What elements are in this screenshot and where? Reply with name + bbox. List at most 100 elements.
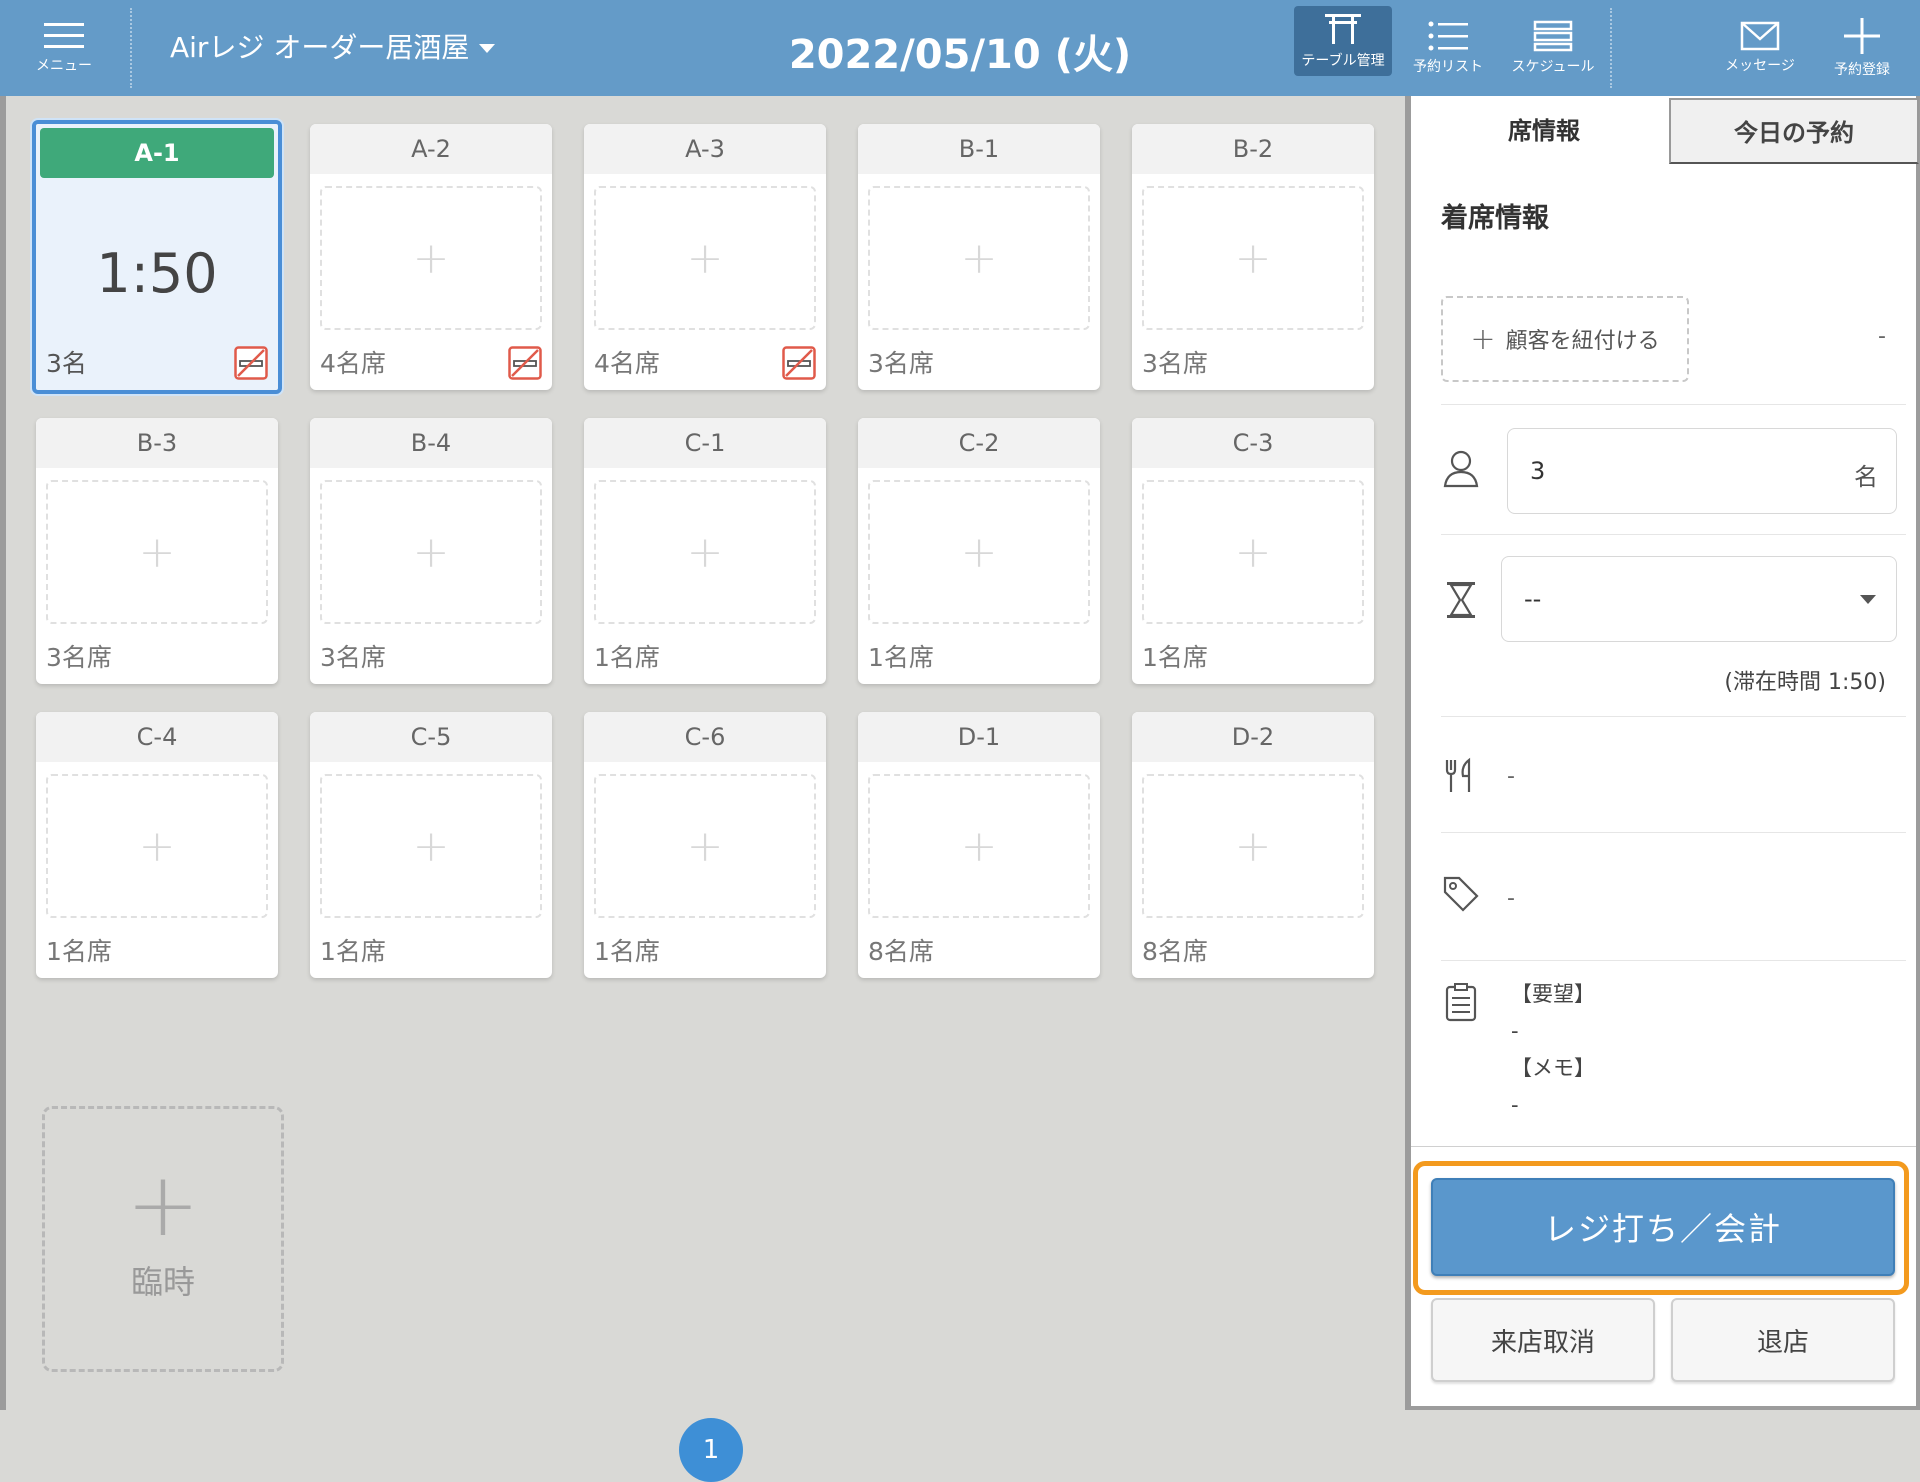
table-name: C-3 [1132,418,1374,468]
menu-label: メニュー [36,58,92,74]
tab-today-reservations[interactable]: 今日の予約 [1669,98,1919,164]
plus-icon: + [1142,774,1364,918]
top-bar: メニュー Airレジ オーダー居酒屋 2022/05/10 (火) テーブル管理… [0,0,1920,96]
clipboard-icon [1445,983,1477,1022]
plus-icon: + [868,774,1090,918]
reservation-list-button[interactable]: 予約リスト [1400,0,1496,96]
table-card[interactable]: C-6 +1名席 [584,712,826,978]
divider [1441,832,1906,833]
temporary-table-button[interactable]: + 臨時 [42,1106,284,1372]
menu-button[interactable]: メニュー [20,0,108,96]
table-card[interactable]: C-3 +1名席 [1132,418,1374,684]
store-selector[interactable]: Airレジ オーダー居酒屋 [170,26,496,66]
duration-select[interactable]: -- [1501,556,1897,642]
schedule-label: スケジュール [1511,59,1595,75]
table-card[interactable]: C-1 +1名席 [584,418,826,684]
memo-label: 【メモ】 [1511,1056,1595,1080]
checkout-button[interactable]: レジ打ち／会計 [1431,1178,1895,1276]
seat-count: 3名席 [46,643,112,672]
divider [1441,534,1906,535]
hourglass-icon [1447,582,1475,618]
plus-icon: + [126,1153,200,1256]
seat-count: 1名席 [320,937,386,966]
chevron-down-icon [479,43,496,53]
table-name: C-4 [36,712,278,762]
current-date: 2022/05/10 (火) [788,32,1132,78]
seat-count: 8名席 [868,937,934,966]
customer-value: - [1878,324,1886,349]
header-divider [1610,8,1612,88]
table-card[interactable]: D-1 +8名席 [858,712,1100,978]
person-icon [1443,450,1479,488]
table-grid-area: A-1 1:50 3名 A-2 +4名席 A-3 +4名席 B-1 +3名席 B-2 +3名席 B-3… [0,96,1405,1482]
table-card[interactable]: C-4 +1名席 [36,712,278,978]
table-card[interactable]: D-2 +8名席 [1132,712,1374,978]
table-card[interactable]: A-2 +4名席 [310,124,552,390]
panel-tabs: 席情報 今日の予約 [1411,96,1919,166]
table-card[interactable]: C-2 +1名席 [858,418,1100,684]
table-name: C-5 [310,712,552,762]
no-smoking-icon [782,346,816,380]
message-button[interactable]: メッセージ [1710,0,1810,96]
guest-count-value: 3 [1530,457,1546,485]
table-management-label: テーブル管理 [1301,53,1385,69]
guest-count-unit: 名 [1854,463,1878,491]
fork-knife-icon [1445,757,1471,792]
plus-icon: + [1142,186,1364,330]
link-customer-button[interactable]: + 顧客を紐付ける [1441,296,1689,382]
seat-count: 1名席 [594,937,660,966]
divider [1441,716,1906,717]
plus-icon: + [320,480,542,624]
memo-block: 【要望】 - 【メモ】 - [1511,976,1595,1124]
add-reservation-button[interactable]: 予約登録 [1812,0,1912,96]
table-name: A-2 [310,124,552,174]
seat-count: 3名席 [320,643,386,672]
table-card[interactable]: A-1 1:50 3名 [32,120,282,394]
guest-count-input[interactable]: 3 名 [1507,428,1897,514]
divider [1441,404,1906,405]
table-card[interactable]: A-3 +4名席 [584,124,826,390]
table-name: B-1 [858,124,1100,174]
seat-count: 1名席 [594,643,660,672]
table-card[interactable]: B-4 +3名席 [310,418,552,684]
tag-value: - [1507,886,1515,911]
elapsed-time: 1:50 [96,242,218,305]
table-card[interactable]: B-3 +3名席 [36,418,278,684]
chevron-down-icon [1860,595,1876,604]
table-name: B-3 [36,418,278,468]
seat-count: 1名席 [868,643,934,672]
course-value: - [1507,764,1515,789]
plus-icon: + [1142,480,1364,624]
table-name: A-1 [40,128,274,178]
seat-count: 8名席 [1142,937,1208,966]
store-name: Airレジ オーダー居酒屋 [170,31,470,64]
table-management-button[interactable]: テーブル管理 [1294,6,1392,76]
seat-count: 4名席 [594,349,660,378]
table-name: D-2 [1132,712,1374,762]
table-name: C-1 [584,418,826,468]
reservation-list-label: 予約リスト [1413,59,1483,75]
plus-icon: + [594,480,816,624]
schedule-button[interactable]: スケジュール [1505,0,1601,96]
table-card[interactable]: B-2 +3名席 [1132,124,1374,390]
leave-button[interactable]: 退店 [1671,1298,1895,1382]
table-card[interactable]: C-5 +1名席 [310,712,552,978]
plus-icon: + [868,480,1090,624]
request-value: - [1511,1019,1519,1043]
plus-icon: + [594,186,816,330]
header-divider [130,8,132,88]
table-name: C-6 [584,712,826,762]
temporary-table-label: 臨時 [130,1263,195,1301]
envelope-icon [1740,21,1780,51]
cancel-visit-button[interactable]: 来店取消 [1431,1298,1655,1382]
table-name: D-1 [858,712,1100,762]
tab-seat-info[interactable]: 席情報 [1419,98,1669,164]
torii-table-icon [1325,14,1361,44]
seat-count: 4名席 [320,349,386,378]
table-card[interactable]: B-1 +3名席 [858,124,1100,390]
link-customer-label: 顧客を紐付ける [1505,329,1660,354]
hamburger-menu-icon [44,23,84,48]
page-indicator[interactable]: 1 [679,1418,743,1482]
plus-icon [1844,18,1880,54]
seat-count: 1名席 [46,937,112,966]
